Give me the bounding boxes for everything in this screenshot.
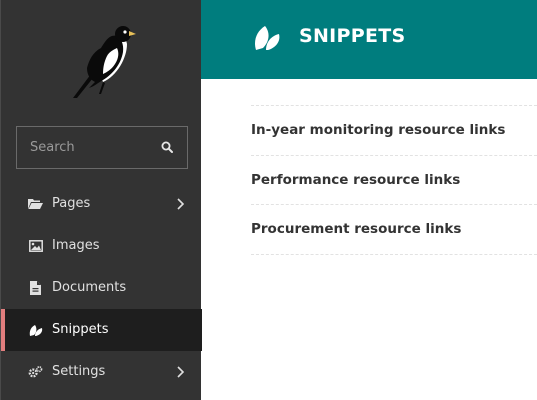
sidebar-item-pages[interactable]: Pages [1,183,202,225]
main-menu: Pages Images Documents Snippets Settings [1,183,202,393]
snippet-link[interactable]: Performance resource links [251,172,460,188]
sidebar-item-label: Images [52,238,100,253]
sidebar-item-documents[interactable]: Documents [1,267,202,309]
sidebar-item-label: Settings [52,364,106,379]
sidebar-item-label: Documents [52,280,127,295]
snippet-leaf-icon [253,24,281,52]
image-icon [28,239,43,253]
folder-open-icon [28,197,43,211]
search-input[interactable] [17,127,157,168]
page-title: SNIPPETS [299,25,406,47]
document-icon [28,281,43,295]
snippet-link[interactable]: Procurement resource links [251,221,461,237]
sidebar-item-settings[interactable]: Settings [1,351,202,393]
search-icon [161,138,173,157]
chevron-right-icon [175,365,185,379]
snippet-list: In-year monitoring resource links Perfor… [251,105,537,255]
sidebar-item-snippets[interactable]: Snippets [1,309,202,351]
snippet-link[interactable]: In-year monitoring resource links [251,122,505,138]
sidebar-item-images[interactable]: Images [1,225,202,267]
page-header: SNIPPETS [201,0,537,79]
sidebar-item-label: Pages [52,196,91,211]
search-button[interactable] [147,127,187,168]
wagtail-logo[interactable] [65,22,137,102]
sidebar: Pages Images [0,0,202,400]
search-box [16,126,188,169]
list-item: In-year monitoring resource links [251,106,537,156]
snippet-leaf-icon [28,323,43,337]
cogs-icon [28,365,43,379]
chevron-right-icon [175,197,185,211]
list-item: Performance resource links [251,156,537,205]
list-item: Procurement resource links [251,205,537,255]
sidebar-item-label: Snippets [52,322,109,337]
